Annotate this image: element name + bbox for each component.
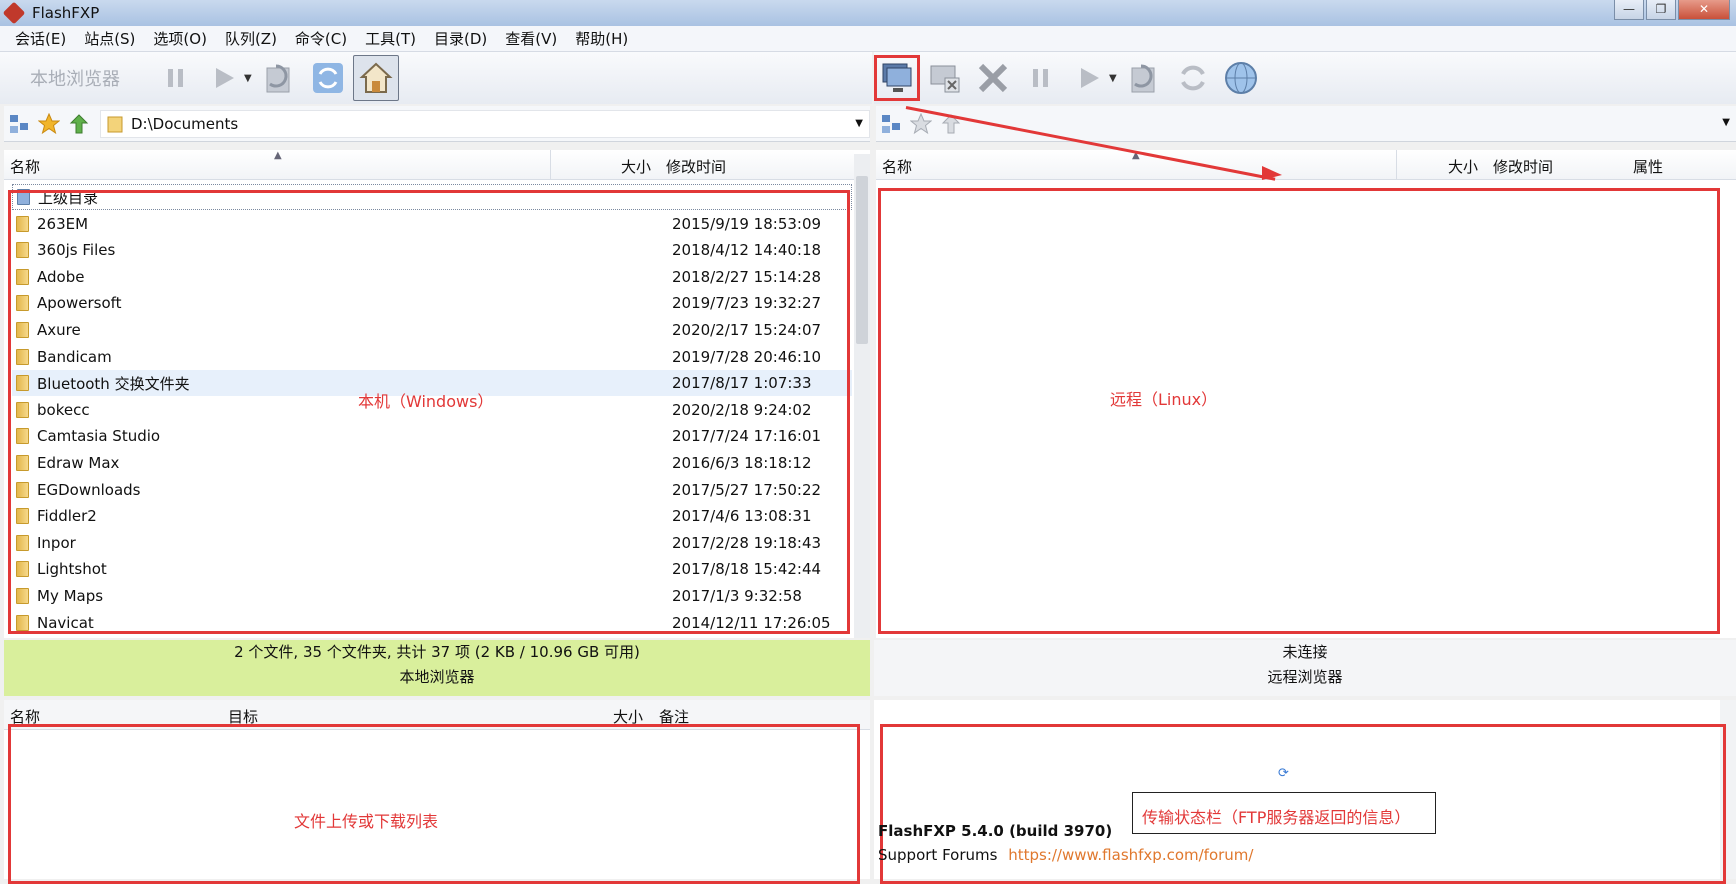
col-size[interactable]: 大小 — [621, 156, 651, 177]
disconnect-icon — [930, 65, 960, 93]
remote-status-conn: 未连接 — [1282, 643, 1328, 661]
remote-column-header: 名称 ▲ 大小 修改时间 属性 — [876, 150, 1736, 180]
menu-sites[interactable]: 站点(S) — [75, 28, 144, 49]
connect-icon — [882, 63, 912, 92]
remote-path-dropdown-icon[interactable]: ▼ — [1722, 117, 1730, 128]
support-link[interactable]: https://www.flashfxp.com/forum/ — [1008, 846, 1253, 864]
col-mtime[interactable]: 修改时间 — [666, 156, 726, 177]
connect-button[interactable] — [874, 55, 920, 101]
refresh-dir-button[interactable] — [257, 55, 303, 101]
refresh-button[interactable] — [305, 55, 351, 101]
col-divider[interactable] — [550, 150, 551, 180]
sort-asc-icon: ▲ — [274, 150, 282, 161]
local-annotation-label: 本机（Windows） — [358, 392, 494, 411]
globe-button[interactable] — [1218, 55, 1264, 101]
local-favorites-button[interactable] — [34, 109, 64, 139]
star-icon — [38, 112, 60, 134]
window-controls: — ❐ ✕ — [1614, 0, 1730, 20]
folder-icon — [107, 116, 123, 132]
star-icon — [910, 112, 932, 134]
pause-button[interactable] — [153, 55, 199, 101]
col-divider[interactable] — [1396, 150, 1397, 180]
local-scrollbar[interactable] — [854, 154, 870, 638]
loading-icon: ⟳ — [1278, 766, 1289, 781]
log-annotation-label: 传输状态栏（FTP服务器返回的信息） — [1142, 808, 1411, 827]
refresh-icon — [312, 63, 343, 93]
col-name[interactable]: 名称 — [10, 156, 40, 177]
pause-icon — [1033, 69, 1048, 87]
close-button[interactable]: ✕ — [1678, 0, 1730, 20]
remote-col-attr[interactable]: 属性 — [1633, 156, 1663, 177]
window-title: FlashFXP — [32, 4, 100, 22]
tree-icon — [882, 114, 900, 133]
remote-transfer-button[interactable] — [1066, 55, 1112, 101]
remote-col-mtime[interactable]: 修改时间 — [1493, 156, 1553, 177]
menu-commands[interactable]: 命令(C) — [286, 28, 356, 49]
abort-button[interactable] — [970, 55, 1016, 101]
queue-annotation-box — [8, 724, 860, 884]
title-bar: FlashFXP — ❐ ✕ — [0, 0, 1736, 26]
path-dropdown-icon[interactable]: ▼ — [855, 118, 863, 129]
menu-options[interactable]: 选项(O) — [144, 28, 216, 49]
local-path-field[interactable]: D:\Documents ▼ — [100, 109, 870, 138]
support-label: Support Forums — [878, 846, 998, 864]
play-icon — [216, 68, 234, 88]
remote-toolbar: ▼ — [874, 52, 1736, 104]
flashfxp-logo-icon — [2, 1, 26, 25]
disconnect-button[interactable] — [922, 55, 968, 101]
play-icon — [1081, 68, 1099, 88]
remote-path-field[interactable]: ▼ — [972, 109, 1736, 138]
remote-site-tree-button[interactable] — [876, 109, 906, 139]
globe-icon — [1224, 62, 1257, 94]
local-column-header: 名称 ▲ 大小 修改时间 — [4, 150, 854, 180]
local-status-summary: 2 个文件, 35 个文件夹, 共计 37 项 (2 KB / 10.96 GB… — [234, 643, 640, 661]
remote-status-title: 远程浏览器 — [1267, 668, 1343, 686]
remote-status-bar: 未连接 远程浏览器 — [874, 640, 1736, 696]
transfer-button[interactable] — [201, 55, 247, 101]
local-site-tree-button[interactable] — [4, 109, 34, 139]
remote-col-name[interactable]: 名称 — [882, 156, 912, 177]
maximize-button[interactable]: ❐ — [1646, 0, 1676, 20]
remote-refresh-button[interactable] — [1170, 55, 1216, 101]
home-icon — [359, 62, 393, 93]
local-path-text: D:\Documents — [131, 114, 239, 133]
local-toolbar: 本地浏览器 ▼ — [0, 52, 872, 104]
remote-transfer-dropdown-icon[interactable]: ▼ — [1109, 73, 1117, 84]
queue-annotation-label: 文件上传或下载列表 — [294, 812, 439, 831]
remote-col-size[interactable]: 大小 — [1448, 156, 1478, 177]
log-support: Support Forums https://www.flashfxp.com/… — [878, 846, 1253, 864]
pause-icon — [168, 69, 183, 87]
transfer-dropdown-icon[interactable]: ▼ — [244, 73, 252, 84]
home-button[interactable] — [352, 55, 399, 101]
menu-bar: 会话(E) 站点(S) 选项(O) 队列(Z) 命令(C) 工具(T) 目录(D… — [0, 26, 1736, 52]
local-scroll-thumb[interactable] — [856, 176, 868, 344]
menu-view[interactable]: 查看(V) — [496, 28, 566, 49]
menu-tools[interactable]: 工具(T) — [356, 28, 425, 49]
local-status-bar: 2 个文件, 35 个文件夹, 共计 37 项 (2 KB / 10.96 GB… — [4, 640, 870, 696]
menu-session[interactable]: 会话(E) — [6, 28, 75, 49]
arrow-head-icon — [1262, 166, 1282, 180]
log-version: FlashFXP 5.4.0 (build 3970) — [878, 822, 1113, 840]
x-icon — [978, 63, 1008, 93]
folder-refresh-icon — [266, 64, 290, 93]
local-address-bar: D:\Documents ▼ — [4, 106, 870, 142]
folder-refresh-icon — [1131, 64, 1155, 93]
tree-icon — [10, 114, 28, 133]
remote-refresh-dir-button[interactable] — [1122, 55, 1168, 101]
menu-queue[interactable]: 队列(Z) — [216, 28, 286, 49]
remote-annotation-box — [878, 188, 1720, 634]
refresh-icon — [1180, 65, 1205, 91]
local-status-title: 本地浏览器 — [399, 668, 475, 686]
menu-help[interactable]: 帮助(H) — [566, 28, 637, 49]
remote-pause-button[interactable] — [1018, 55, 1064, 101]
minimize-button[interactable]: — — [1614, 0, 1644, 20]
menu-directory[interactable]: 目录(D) — [425, 28, 496, 49]
local-up-dir-button[interactable] — [64, 109, 94, 139]
local-browser-label: 本地浏览器 — [30, 69, 120, 90]
remote-address-bar: ▼ — [876, 106, 1736, 142]
up-arrow-icon — [69, 113, 89, 133]
remote-annotation-label: 远程（Linux） — [1110, 390, 1218, 409]
local-annotation-box — [8, 190, 850, 634]
